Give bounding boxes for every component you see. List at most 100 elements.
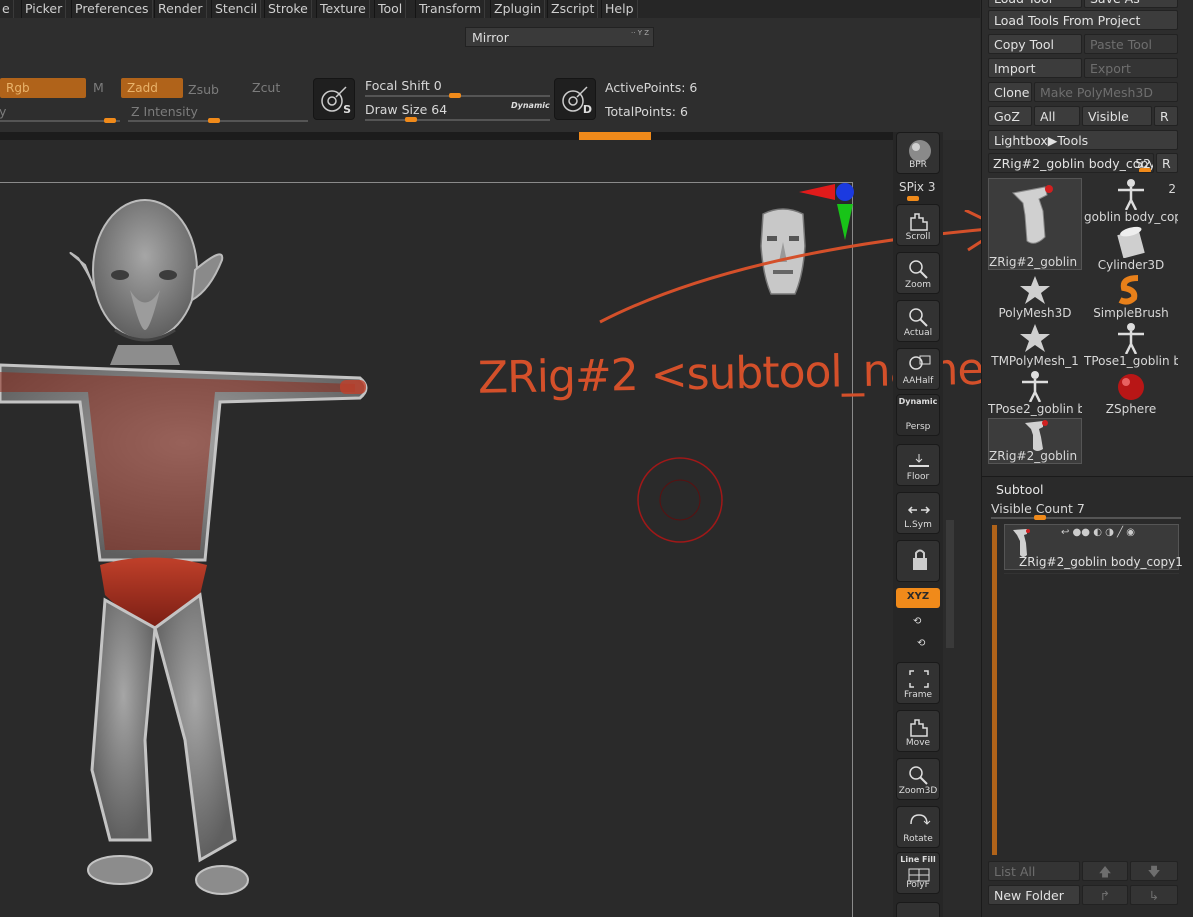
copy-tool-button[interactable]: Copy Tool (988, 34, 1082, 54)
persp-button[interactable]: Dynamic Persp (896, 394, 940, 436)
z-intensity-knob[interactable] (208, 118, 220, 123)
m-button[interactable]: M (93, 80, 104, 95)
tool-r-button[interactable]: R (1156, 153, 1178, 173)
scroll-button[interactable]: Scroll (896, 204, 940, 246)
move-up-button[interactable]: 🡅 (1082, 861, 1128, 881)
move-down-button[interactable]: 🡇 (1130, 861, 1178, 881)
document-canvas[interactable]: ZRig#2 <subtool_name> (0, 140, 1020, 917)
figure-icon (1022, 371, 1048, 402)
menu-item-picker[interactable]: Picker (21, 0, 67, 18)
insert-icon[interactable]: ↱ (1082, 885, 1128, 905)
goz-button[interactable]: GoZ (988, 106, 1032, 126)
goz-all-button[interactable]: All (1034, 106, 1080, 126)
move-button[interactable]: Move (896, 710, 940, 752)
floor-button[interactable]: Floor (896, 444, 940, 486)
export-button[interactable]: Export (1084, 58, 1178, 78)
new-folder-button[interactable]: New Folder (988, 885, 1080, 905)
load-tools-from-project-button[interactable]: Load Tools From Project (988, 10, 1178, 30)
zoom-button[interactable]: Zoom (896, 252, 940, 294)
xyz-button[interactable]: XYZ (896, 588, 940, 608)
rgb-intensity-slider[interactable] (0, 120, 120, 122)
current-tool-slider[interactable]: ZRig#2_goblin body_copy1. 52 (988, 153, 1154, 173)
focal-shift-knob[interactable] (449, 93, 461, 98)
menu-item-transform[interactable]: Transform (415, 0, 486, 18)
rotate-y-icon[interactable]: ⟲ (913, 616, 921, 627)
polyf-button[interactable]: Line Fill PolyF (896, 852, 940, 894)
visible-count-knob[interactable] (1034, 515, 1046, 520)
goz-r-button[interactable]: R (1154, 106, 1178, 126)
menu-item-help[interactable]: Help (601, 0, 638, 18)
stroke-s-button[interactable]: S (313, 78, 355, 120)
draw-size-knob[interactable] (405, 117, 417, 122)
right-shelf: BPR SPix 3 Scroll Zoom Actual AAHalf Dyn… (893, 132, 943, 917)
goz-visible-button[interactable]: Visible (1082, 106, 1152, 126)
spix-knob[interactable] (907, 196, 919, 201)
tool-thumb-polymesh3d[interactable]: PolyMesh3D (988, 274, 1082, 320)
shelf-scrollbar[interactable] (946, 520, 954, 648)
simplebrush-icon (1118, 275, 1139, 305)
lsym-icon (907, 506, 931, 514)
tool-thumb-cylinder3d[interactable]: Cylinder3D (1084, 226, 1178, 272)
list-all-button[interactable]: List All (988, 861, 1080, 881)
rgb-label: Rgb (6, 81, 30, 95)
clone-button[interactable]: Clone (988, 82, 1032, 102)
zadd-label: Zadd (127, 81, 158, 95)
lsym-button[interactable]: L.Sym (896, 492, 940, 534)
tool-thumb-tpose2[interactable]: TPose2_goblin bo (988, 370, 1082, 416)
visible-count-slider[interactable] (991, 517, 1181, 519)
transp-button[interactable] (896, 902, 940, 917)
subtool-actions-icons[interactable]: ↩ ●● ◐ ◑ ╱ ◉ (1061, 527, 1135, 538)
draw-size-dynamic[interactable]: Dynamic (511, 101, 550, 110)
rotate-button[interactable]: Rotate (896, 806, 940, 848)
rotate-z-icon[interactable]: ⟲ (917, 638, 925, 649)
rgb-button[interactable]: Rgb (0, 78, 86, 98)
tool-thumb-goblin[interactable]: 2 goblin body_copy (1084, 178, 1178, 224)
menu-item-0[interactable]: e (0, 0, 14, 18)
menu-item-texture[interactable]: Texture (316, 0, 370, 18)
actual-button[interactable]: Actual (896, 300, 940, 342)
menu-item-render[interactable]: Render (154, 0, 207, 18)
save-as-button[interactable]: Save As (1084, 0, 1178, 8)
paste-tool-button[interactable]: Paste Tool (1084, 34, 1178, 54)
tool-thumb-simplebrush[interactable]: SimpleBrush (1084, 274, 1178, 320)
make-polymesh-button[interactable]: Make PolyMesh3D (1034, 82, 1178, 102)
current-tool-knob[interactable] (1139, 168, 1151, 172)
tool-thumb-tmpolymesh[interactable]: TMPolyMesh_1 (988, 322, 1082, 368)
zsub-button[interactable]: Zsub (188, 82, 219, 97)
subtool-title[interactable]: Subtool (996, 481, 1043, 499)
tool-thumb-label: ZRig#2_goblin bo (989, 255, 1081, 269)
draw-size-slider[interactable] (365, 119, 550, 121)
subtool-item[interactable]: ↩ ●● ◐ ◑ ╱ ◉ ZRig#2_goblin body_copy1 (1004, 524, 1183, 570)
stroke-d-button[interactable]: D (554, 78, 596, 120)
zoom3d-label: Zoom3D (898, 786, 938, 796)
rgb-intensity-knob[interactable] (104, 118, 116, 123)
tool-thumb-label: Cylinder3D (1097, 258, 1165, 272)
tool-thumb-zrig2[interactable]: ZRig#2_goblin bo (988, 178, 1082, 270)
append-icon[interactable]: ↳ (1130, 885, 1178, 905)
menu-item-stroke[interactable]: Stroke (264, 0, 312, 18)
aahalf-button[interactable]: AAHalf (896, 348, 940, 390)
menu-item-preferences[interactable]: Preferences (71, 0, 153, 18)
load-tool-button[interactable]: Load Tool (988, 0, 1082, 8)
import-button[interactable]: Import (988, 58, 1082, 78)
mirror-axis-dots: ·· Y Z (631, 29, 649, 37)
lock-icon (913, 549, 927, 570)
menu-item-zscript[interactable]: Zscript (547, 0, 599, 18)
frame-button[interactable]: Frame (896, 662, 940, 704)
bpr-button[interactable]: BPR (896, 132, 940, 174)
subtool-scrollbar[interactable] (992, 525, 997, 855)
tool-thumb-label: goblin body_copy (1084, 210, 1178, 224)
mirror-button[interactable]: Mirror ·· Y Z (465, 27, 654, 47)
menu-bar: e Picker Preferences Render Stencil Stro… (0, 0, 980, 18)
zadd-button[interactable]: Zadd (121, 78, 183, 98)
lock-button[interactable] (896, 540, 940, 582)
menu-item-stencil[interactable]: Stencil (211, 0, 262, 18)
lightbox-tools-button[interactable]: Lightbox▶Tools (988, 130, 1178, 150)
tool-thumb-tpose1[interactable]: TPose1_goblin bo (1084, 322, 1178, 368)
menu-item-zplugin[interactable]: Zplugin (490, 0, 546, 18)
tool-thumb-zrig2-b[interactable]: ZRig#2_goblin bo (988, 418, 1082, 464)
tool-thumb-zsphere[interactable]: ZSphere (1084, 370, 1178, 416)
zoom3d-button[interactable]: Zoom3D (896, 758, 940, 800)
menu-item-tool[interactable]: Tool (374, 0, 407, 18)
zcut-button[interactable]: Zcut (252, 80, 280, 95)
